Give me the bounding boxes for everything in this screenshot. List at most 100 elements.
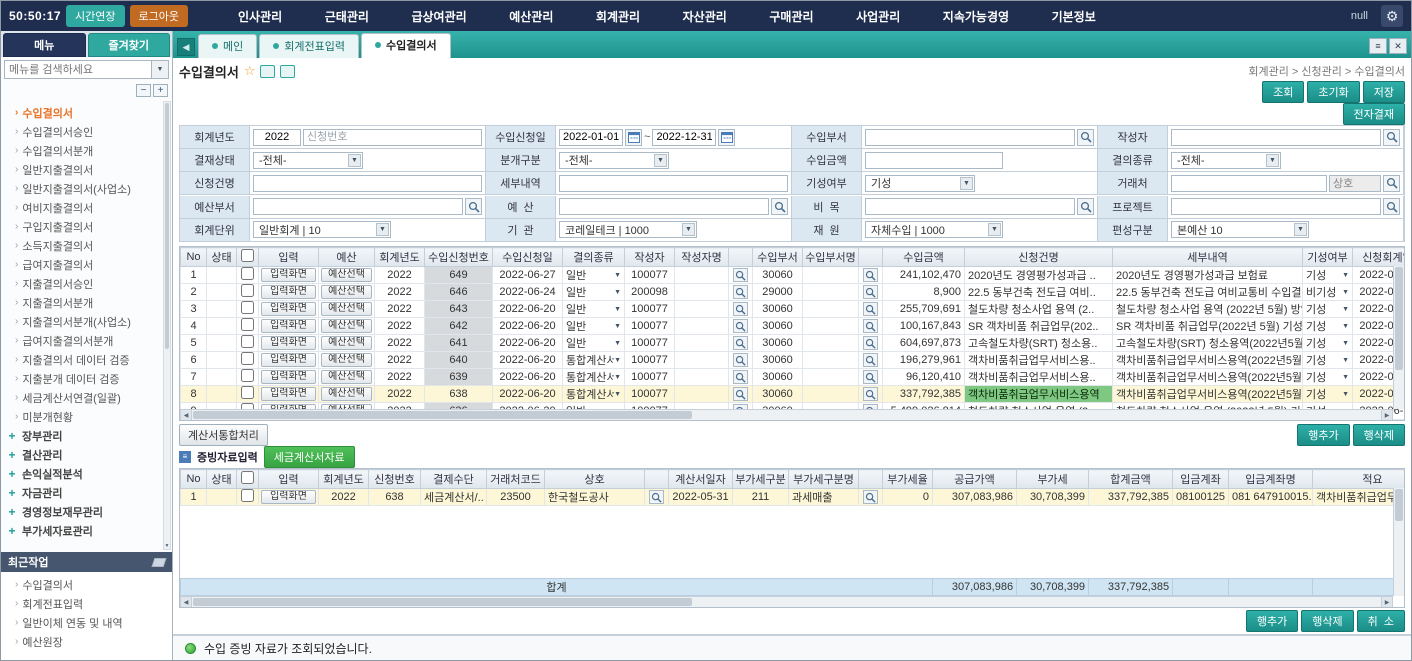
recent-item[interactable]: ›일반이체 연동 및 내역	[5, 613, 172, 632]
search-icon[interactable]	[863, 387, 878, 401]
cell-combobox[interactable]: 통합계산서▼	[566, 352, 621, 368]
table-row[interactable]: 8입력화면예산선택20226382022-06-20통합계산서▼10007730…	[181, 386, 1406, 403]
logout-button[interactable]: 로그아웃	[130, 5, 188, 27]
query-button[interactable]: 조회	[1262, 81, 1304, 103]
budget-dept-input[interactable]	[253, 198, 463, 215]
cell-combobox[interactable]: 일반▼	[566, 301, 621, 317]
top-menu-item[interactable]: 급상여관리	[411, 8, 466, 25]
document-tab[interactable]: 수입결의서	[361, 33, 451, 58]
sidebar-item[interactable]: ›수입결의서	[5, 103, 162, 122]
cancel-button[interactable]: 취 소	[1357, 610, 1405, 632]
tree-scrollbar[interactable]: ▼	[163, 101, 171, 550]
table-row[interactable]: 4입력화면예산선택20226422022-06-20일반▼10007730060…	[181, 318, 1406, 335]
cell-combobox[interactable]: 기성▼	[1306, 301, 1349, 317]
vertical-scrollbar[interactable]	[1393, 266, 1404, 409]
search-icon[interactable]	[1077, 198, 1094, 215]
evidence-add-row-button[interactable]: 행추가	[1246, 610, 1298, 632]
row-checkbox[interactable]	[241, 352, 254, 365]
recent-item[interactable]: ›수입결의서	[5, 575, 172, 594]
top-menu-item[interactable]: 예산관리	[509, 8, 553, 25]
search-icon[interactable]	[733, 302, 748, 316]
writer-input[interactable]	[1171, 129, 1381, 146]
date-from-input[interactable]	[559, 129, 623, 146]
scroll-right-icon[interactable]: ▶	[1381, 597, 1393, 607]
detail-input[interactable]	[559, 175, 788, 192]
horizontal-scrollbar[interactable]: ◀ ▶	[180, 409, 1393, 420]
budget-select-button[interactable]: 예산선택	[321, 336, 372, 350]
budget-select-button[interactable]: 예산선택	[321, 387, 372, 401]
capture-icon[interactable]	[280, 65, 295, 78]
input-screen-button[interactable]: 입력화면	[261, 285, 316, 299]
calendar-icon[interactable]	[718, 129, 735, 146]
account-unit-select[interactable]: 일반회계 | 10▼	[253, 221, 391, 238]
cell-combobox[interactable]: 비기성▼	[1306, 284, 1349, 300]
budget-select-button[interactable]: 예산선택	[321, 353, 372, 367]
top-menu-item[interactable]: 자산관리	[683, 8, 727, 25]
top-menu-item[interactable]: 인사관리	[238, 8, 282, 25]
top-menu-item[interactable]: 회계관리	[596, 8, 640, 25]
sidebar-group[interactable]: +결산관리	[5, 445, 162, 464]
sidebar-item[interactable]: ›지출결의서분개	[5, 293, 162, 312]
document-tab[interactable]: 회계전표입력	[259, 34, 359, 58]
row-checkbox[interactable]	[241, 284, 254, 297]
sidebar-item[interactable]: ›세금계산서연결(일괄)	[5, 388, 162, 407]
clear-recent-icon[interactable]	[152, 558, 167, 567]
sidebar-item[interactable]: ›수입결의서분개	[5, 141, 162, 160]
e-approval-button[interactable]: 전자결재	[1343, 103, 1405, 125]
gear-icon[interactable]: ⚙	[1381, 5, 1403, 27]
table-row[interactable]: 6입력화면예산선택20226402022-06-20통합계산서▼10007730…	[181, 352, 1406, 369]
row-checkbox[interactable]	[241, 318, 254, 331]
fund-select[interactable]: 자체수입 | 1000▼	[865, 221, 1003, 238]
completion-select[interactable]: 기성▼	[865, 175, 975, 192]
date-to-input[interactable]	[652, 129, 716, 146]
search-icon[interactable]	[863, 302, 878, 316]
input-screen-button[interactable]: 입력화면	[261, 302, 316, 316]
fiscal-year-input[interactable]	[253, 129, 301, 146]
budget-select-button[interactable]: 예산선택	[321, 302, 372, 316]
cell-combobox[interactable]: 기성▼	[1306, 267, 1349, 283]
sidebar-group[interactable]: +자금관리	[5, 483, 162, 502]
cell-combobox[interactable]: 통합계산서▼	[566, 386, 621, 402]
table-row[interactable]: 2입력화면예산선택20226462022-06-24일반▼20009829000…	[181, 284, 1406, 301]
scroll-left-icon[interactable]: ◀	[180, 597, 192, 607]
select-all-checkbox[interactable]	[241, 249, 254, 262]
menu-search-input[interactable]	[4, 60, 152, 79]
reset-button[interactable]: 초기화	[1307, 81, 1359, 103]
select-all-header[interactable]	[237, 470, 259, 489]
sidebar-item[interactable]: ›여비지출결의서	[5, 198, 162, 217]
budget-class-select[interactable]: 본예산 10▼	[1171, 221, 1309, 238]
table-row[interactable]: 1입력화면예산선택20226492022-06-27일반▼10007730060…	[181, 267, 1406, 284]
favorite-star-icon[interactable]: ☆	[244, 63, 256, 79]
collapse-all-button[interactable]: −	[136, 84, 151, 97]
row-checkbox[interactable]	[241, 386, 254, 399]
calendar-icon[interactable]	[625, 129, 642, 146]
input-screen-button[interactable]: 입력화면	[261, 387, 316, 401]
search-icon[interactable]	[465, 198, 482, 215]
sidebar-item[interactable]: ›일반지출결의서(사업소)	[5, 179, 162, 198]
vendor-input[interactable]	[1171, 175, 1327, 192]
scroll-right-icon[interactable]: ▶	[1381, 410, 1393, 420]
sidebar-item[interactable]: ›수입결의서승인	[5, 122, 162, 141]
tab-favorites[interactable]: 즐겨찾기	[88, 33, 171, 57]
input-screen-button[interactable]: 입력화면	[261, 490, 316, 504]
search-icon[interactable]	[863, 490, 878, 504]
scroll-left-icon[interactable]: ◀	[180, 410, 192, 420]
main-add-row-button[interactable]: 행추가	[1297, 424, 1349, 446]
sidebar-item[interactable]: ›지출결의서분개(사업소)	[5, 312, 162, 331]
search-icon[interactable]	[733, 319, 748, 333]
sidebar-group[interactable]: +경영정보재무관리	[5, 502, 162, 521]
document-tab[interactable]: 메인	[198, 34, 257, 58]
tab-menu[interactable]: 메뉴	[3, 33, 86, 57]
row-checkbox[interactable]	[241, 489, 254, 502]
select-all-header[interactable]	[237, 248, 259, 267]
invoice-merge-button[interactable]: 계산서통합처리	[179, 424, 268, 446]
budget-select-button[interactable]: 예산선택	[321, 268, 372, 282]
recent-item[interactable]: ›예산원장	[5, 632, 172, 651]
input-screen-button[interactable]: 입력화면	[261, 336, 316, 350]
tax-invoice-button[interactable]: 세금계산서자료	[264, 446, 355, 468]
sidebar-item[interactable]: ›구입지출결의서	[5, 217, 162, 236]
table-row[interactable]: 7입력화면예산선택20226392022-06-20통합계산서▼10007730…	[181, 369, 1406, 386]
horizontal-scrollbar[interactable]: ◀ ▶	[180, 596, 1393, 607]
agency-select[interactable]: 코레일테크 | 1000▼	[559, 221, 697, 238]
window-close-icon[interactable]: ✕	[1389, 38, 1407, 54]
